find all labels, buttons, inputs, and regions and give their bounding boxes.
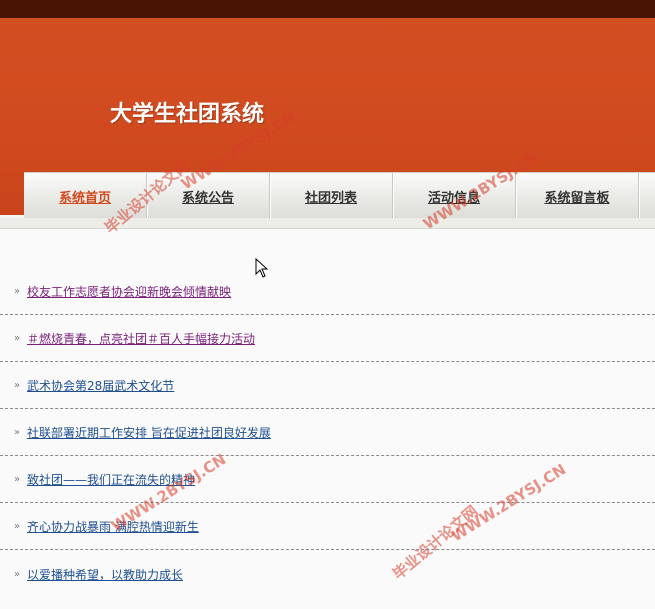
nav-item-club-list[interactable]: 社团列表 [270,173,393,219]
news-link[interactable]: 武术协会第28届武术文化节 [27,377,174,394]
news-link[interactable]: 社联部署近期工作安排 旨在促进社团良好发展 [27,424,271,441]
news-list: » 校友工作志愿者协会迎新晚会倾情献映 » ＃燃烧青春，点亮社团＃百人手幅接力活… [0,269,655,598]
main-content: » 校友工作志愿者协会迎新晚会倾情献映 » ＃燃烧青春，点亮社团＃百人手幅接力活… [0,229,655,609]
main-nav: 系统首页 系统公告 社团列表 活动信息 系统留言板 [24,172,655,219]
bullet-icon: » [14,427,21,438]
bullet-icon: » [14,568,21,580]
news-link[interactable]: 以爱播种希望，以教助力成长 [27,566,183,583]
nav-item-activities[interactable]: 活动信息 [393,173,516,219]
news-link[interactable]: 齐心协力战暴雨 满腔热情迎新生 [27,518,199,535]
list-item: » 致社团——我们正在流失的精神 [0,457,655,503]
bullet-icon: » [14,380,21,391]
top-dark-bar [0,0,655,18]
nav-item-message-board[interactable]: 系统留言板 [516,173,639,219]
mouse-cursor-icon [255,258,269,278]
list-item: » 武术协会第28届武术文化节 [0,363,655,409]
list-item: » 校友工作志愿者协会迎新晚会倾情献映 [0,269,655,315]
list-item: » ＃燃烧青春，点亮社团＃百人手幅接力活动 [0,316,655,362]
list-item: » 齐心协力战暴雨 满腔热情迎新生 [0,504,655,550]
news-link[interactable]: ＃燃烧青春，点亮社团＃百人手幅接力活动 [27,330,255,347]
news-link[interactable]: 校友工作志愿者协会迎新晚会倾情献映 [27,283,231,300]
news-link[interactable]: 致社团——我们正在流失的精神 [27,471,195,488]
bullet-icon: » [14,333,21,344]
nav-item-announcements[interactable]: 系统公告 [147,173,270,219]
bullet-icon: » [14,474,21,485]
bullet-icon: » [14,286,21,297]
bullet-icon: » [14,521,21,532]
list-item: » 社联部署近期工作安排 旨在促进社团良好发展 [0,410,655,456]
list-item: » 以爱播种希望，以教助力成长 [0,551,655,597]
nav-item-home[interactable]: 系统首页 [24,173,147,219]
nav-underline-bar [0,218,655,229]
site-title: 大学生社团系统 [110,102,265,127]
